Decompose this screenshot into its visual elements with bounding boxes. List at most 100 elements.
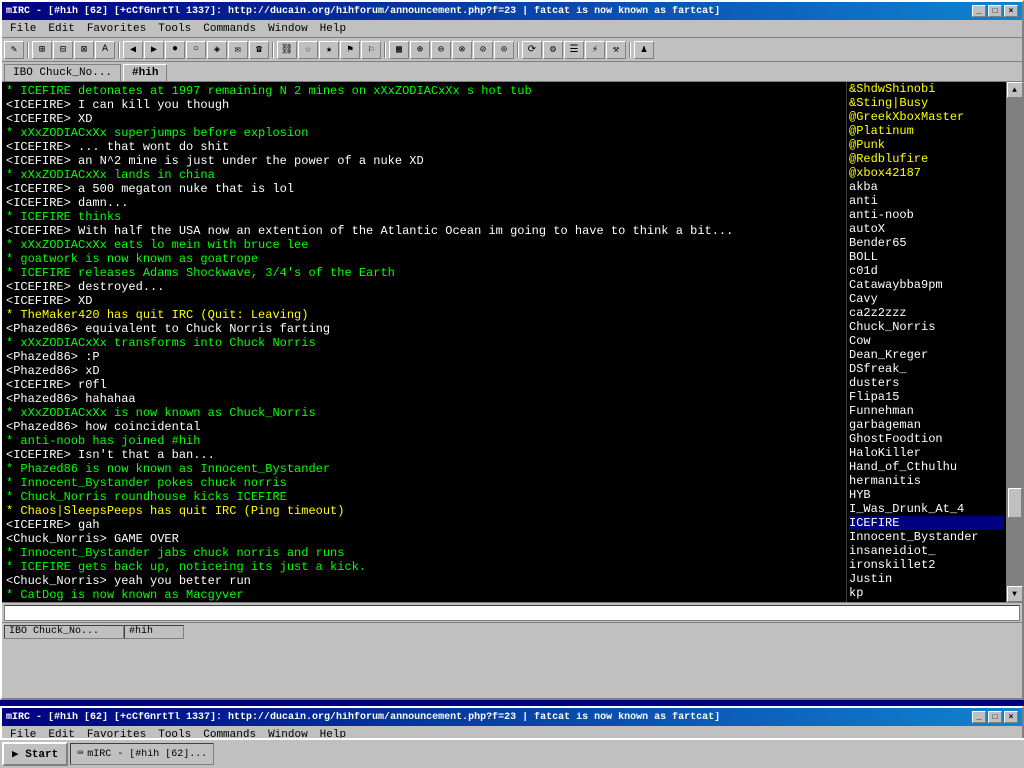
- taskbar-window-1[interactable]: ⌨ mIRC - [#hih [62]...: [70, 743, 214, 765]
- chat-line: <Phazed86> how coincidental: [6, 420, 842, 434]
- toolbar-btn-10[interactable]: ◈: [207, 41, 227, 59]
- nick-item[interactable]: HYB: [849, 488, 1004, 502]
- toolbar-btn-11[interactable]: ✉: [228, 41, 248, 59]
- nick-item[interactable]: anti-noob: [849, 208, 1004, 222]
- toolbar-btn-15[interactable]: ★: [319, 41, 339, 59]
- chat-line: <ICEFIRE> XD: [6, 294, 842, 308]
- nick-item[interactable]: &Sting|Busy: [849, 96, 1004, 110]
- nick-item[interactable]: ICEFIRE: [849, 516, 1004, 530]
- toolbar-btn-12[interactable]: ☎: [249, 41, 269, 59]
- second-close[interactable]: ×: [1004, 711, 1018, 723]
- toolbar-btn-16[interactable]: ⚑: [340, 41, 360, 59]
- menu-favorites[interactable]: Favorites: [81, 22, 152, 36]
- toolbar-btn-8[interactable]: ●: [165, 41, 185, 59]
- nick-item[interactable]: Funnehman: [849, 404, 1004, 418]
- start-button[interactable]: ▶ Start: [2, 742, 68, 766]
- chat-line: <Phazed86> hahahaa: [6, 392, 842, 406]
- toolbar-btn-27[interactable]: ⚡: [585, 41, 605, 59]
- second-maximize[interactable]: □: [988, 711, 1002, 723]
- toolbar-btn-21[interactable]: ⊗: [452, 41, 472, 59]
- toolbar-btn-23[interactable]: ⊙: [494, 41, 514, 59]
- scroll-down-button[interactable]: ▼: [1007, 586, 1023, 602]
- nick-item[interactable]: autoX: [849, 222, 1004, 236]
- nick-item[interactable]: ironskillet2: [849, 558, 1004, 572]
- scroll-up-button[interactable]: ▲: [1007, 82, 1023, 98]
- chat-line: <Phazed86> xD: [6, 364, 842, 378]
- toolbar-btn-29[interactable]: ♟: [634, 41, 654, 59]
- toolbar-btn-14[interactable]: ☆: [298, 41, 318, 59]
- toolbar-btn-9[interactable]: ○: [186, 41, 206, 59]
- toolbar-btn-19[interactable]: ⊕: [410, 41, 430, 59]
- close-button[interactable]: ×: [1004, 5, 1018, 17]
- toolbar-btn-2[interactable]: ⊞: [32, 41, 52, 59]
- nick-item[interactable]: DSfreak_: [849, 362, 1004, 376]
- maximize-button[interactable]: □: [988, 5, 1002, 17]
- menu-window[interactable]: Window: [262, 22, 314, 36]
- toolbar-btn-13[interactable]: ⛓: [277, 41, 297, 59]
- menu-edit[interactable]: Edit: [42, 22, 80, 36]
- toolbar-btn-6[interactable]: ◀: [123, 41, 143, 59]
- nick-item[interactable]: @GreekXboxMaster: [849, 110, 1004, 124]
- toolbar-btn-25[interactable]: ⚙: [543, 41, 563, 59]
- nick-item[interactable]: dusters: [849, 376, 1004, 390]
- nick-item[interactable]: Flipa15: [849, 390, 1004, 404]
- nick-item[interactable]: I_Was_Drunk_At_4: [849, 502, 1004, 516]
- nick-item[interactable]: Cow: [849, 334, 1004, 348]
- nick-item[interactable]: insaneidiot_: [849, 544, 1004, 558]
- irc-content: * ICEFIRE detonates at 1997 remaining N …: [2, 82, 1022, 602]
- nick-item[interactable]: kp: [849, 586, 1004, 600]
- nick-item[interactable]: garbageman: [849, 418, 1004, 432]
- menu-help[interactable]: Help: [314, 22, 352, 36]
- tab-ibo[interactable]: IBO Chuck_No...: [4, 64, 121, 81]
- toolbar-btn-22[interactable]: ⊘: [473, 41, 493, 59]
- menu-tools[interactable]: Tools: [152, 22, 197, 36]
- nick-item[interactable]: hermanitis: [849, 474, 1004, 488]
- nick-item[interactable]: Justin: [849, 572, 1004, 586]
- nick-item[interactable]: @Platinum: [849, 124, 1004, 138]
- nick-item[interactable]: Hand_of_Cthulhu: [849, 460, 1004, 474]
- nick-list: &ShdwShinobi&Sting|Busy@GreekXboxMaster@…: [846, 82, 1006, 602]
- nick-item[interactable]: @Punk: [849, 138, 1004, 152]
- toolbar-sep-1: [27, 42, 29, 58]
- toolbar-btn-1[interactable]: ✎: [4, 41, 24, 59]
- toolbar-btn-4[interactable]: ⊠: [74, 41, 94, 59]
- nick-item[interactable]: BOLL: [849, 250, 1004, 264]
- nick-item[interactable]: Catawaybba9pm: [849, 278, 1004, 292]
- toolbar-btn-28[interactable]: ⚒: [606, 41, 626, 59]
- nick-item[interactable]: Cavy: [849, 292, 1004, 306]
- chat-line: * Phazed86 is now known as Innocent_Byst…: [6, 462, 842, 476]
- nick-item[interactable]: Bender65: [849, 236, 1004, 250]
- nick-item[interactable]: HaloKiller: [849, 446, 1004, 460]
- chat-line: <ICEFIRE> gah: [6, 518, 842, 532]
- tab-hih[interactable]: #hih: [123, 64, 167, 81]
- menu-file[interactable]: File: [4, 22, 42, 36]
- nick-item[interactable]: anti: [849, 194, 1004, 208]
- nick-item[interactable]: @xbox42187: [849, 166, 1004, 180]
- toolbar-btn-20[interactable]: ⊖: [431, 41, 451, 59]
- toolbar-sep-5: [517, 42, 519, 58]
- nick-list-scrollbar[interactable]: ▲ ▼: [1006, 82, 1022, 602]
- nick-item[interactable]: akba: [849, 180, 1004, 194]
- menu-commands[interactable]: Commands: [197, 22, 262, 36]
- toolbar-btn-3[interactable]: ⊟: [53, 41, 73, 59]
- toolbar-btn-5[interactable]: A: [95, 41, 115, 59]
- toolbar-btn-18[interactable]: ▦: [389, 41, 409, 59]
- nick-item[interactable]: c01d: [849, 264, 1004, 278]
- status-channel: IBO Chuck_No...: [4, 625, 124, 639]
- nick-item[interactable]: @Redblufire: [849, 152, 1004, 166]
- second-minimize[interactable]: _: [972, 711, 986, 723]
- nick-item[interactable]: Innocent_Bystander: [849, 530, 1004, 544]
- toolbar-btn-17[interactable]: ⚐: [361, 41, 381, 59]
- nick-item[interactable]: Dean_Kreger: [849, 348, 1004, 362]
- nick-item[interactable]: &ShdwShinobi: [849, 82, 1004, 96]
- scroll-track[interactable]: [1007, 98, 1023, 586]
- scroll-thumb[interactable]: [1008, 488, 1022, 518]
- toolbar-btn-24[interactable]: ⟳: [522, 41, 542, 59]
- minimize-button[interactable]: _: [972, 5, 986, 17]
- toolbar-btn-7[interactable]: ▶: [144, 41, 164, 59]
- nick-item[interactable]: GhostFoodtion: [849, 432, 1004, 446]
- nick-item[interactable]: Chuck_Norris: [849, 320, 1004, 334]
- nick-item[interactable]: ca2z2zzz: [849, 306, 1004, 320]
- toolbar-btn-26[interactable]: ☰: [564, 41, 584, 59]
- chat-input[interactable]: [4, 605, 1020, 621]
